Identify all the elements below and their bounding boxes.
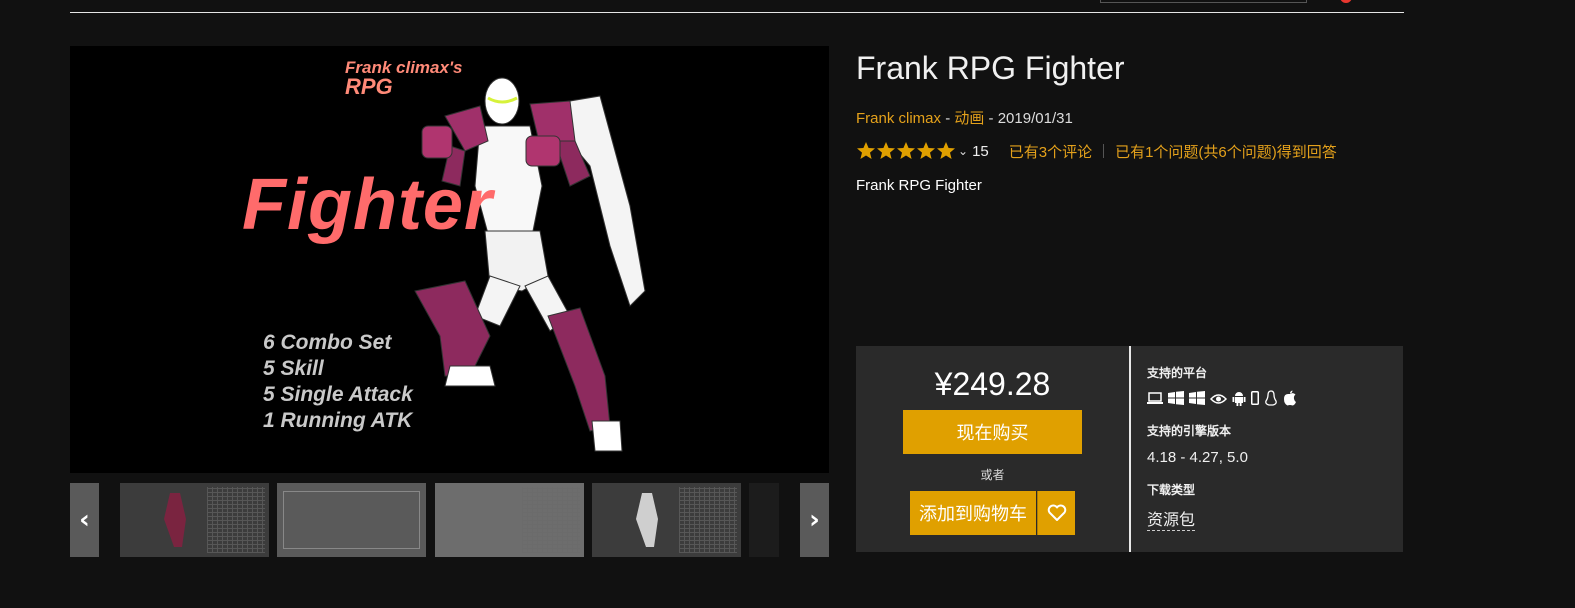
rating-stars[interactable] (856, 141, 956, 161)
star-icon (857, 142, 875, 159)
laptop-icon (1147, 391, 1163, 410)
phone-icon (1251, 391, 1259, 410)
category-link[interactable]: 动画 (954, 110, 984, 127)
thumbnail-3[interactable] (435, 483, 584, 557)
windows-icon (1189, 391, 1205, 410)
fighter-figure-illustration (414, 77, 646, 452)
hero-feature-item: 1 Running ATK (263, 409, 413, 432)
thumbnail-5[interactable] (749, 483, 779, 557)
carousel-prev-button[interactable]: ‹ (70, 483, 99, 557)
thumbnail-1[interactable] (120, 483, 269, 557)
add-to-cart-button[interactable]: 添加到购物车 (910, 491, 1036, 535)
heart-icon (1047, 504, 1066, 521)
download-type-label: 下载类型 (1147, 483, 1196, 497)
product-description: Frank RPG Fighter (856, 177, 982, 194)
thumbnail-2[interactable] (277, 483, 426, 557)
star-icon (937, 142, 955, 159)
engine-label: 支持的引擎版本 (1147, 424, 1232, 438)
wishlist-button[interactable] (1037, 491, 1075, 535)
release-date: 2019/01/31 (997, 110, 1073, 127)
thumbnail-carousel: ‹ › (70, 483, 829, 557)
apple-icon (1283, 390, 1297, 411)
header-divider (70, 12, 1404, 13)
buy-now-button[interactable]: 现在购买 (903, 410, 1082, 454)
download-type-link[interactable]: 资源包 (1147, 506, 1196, 531)
linux-icon (1264, 390, 1278, 411)
hero-feature-item: 6 Combo Set (263, 331, 392, 354)
price: ¥249.28 (934, 366, 1051, 402)
hero-feature-item: 5 Single Attack (263, 383, 413, 406)
hero-subtitle-line2: RPG (345, 74, 393, 99)
rating-count: 15 (972, 142, 989, 160)
chevron-left-icon: ‹ (79, 505, 90, 535)
star-icon (917, 142, 935, 159)
hero-headline: Fighter (242, 165, 493, 245)
divider (1103, 144, 1105, 158)
carousel-next-button[interactable]: › (800, 483, 829, 557)
questions-link[interactable]: 已有1个问题(共6个问题)得到回答 (1115, 141, 1337, 162)
thumbnail-4[interactable] (592, 483, 741, 557)
platforms-label: 支持的平台 (1147, 366, 1208, 380)
notification-badge[interactable] (1340, 0, 1352, 3)
engine-versions: 4.18 - 4.27, 5.0 (1147, 449, 1248, 466)
windows-icon (1168, 391, 1184, 410)
star-icon (877, 142, 895, 159)
purchase-panel: ¥249.28 现在购买 或者 添加到购物车 支持的平台 支持的引擎版本 4.1… (856, 346, 1403, 552)
chevron-right-icon: › (809, 505, 820, 535)
android-icon (1232, 391, 1246, 411)
panel-divider (1129, 346, 1131, 552)
rating-row: ⌄ 15 已有3个评论 已有1个问题(共6个问题)得到回答 (856, 140, 1337, 162)
product-title: Frank RPG Fighter (856, 50, 1125, 86)
reviews-link[interactable]: 已有3个评论 (1009, 141, 1092, 162)
product-hero-image[interactable]: Frank climax's RPG Fighter 6 Combo Set 5… (70, 46, 829, 473)
search-input[interactable] (1100, 0, 1307, 3)
author-link[interactable]: Frank climax (856, 110, 941, 127)
star-icon (897, 142, 915, 159)
platform-icons (1147, 390, 1297, 411)
chevron-down-icon[interactable]: ⌄ (958, 144, 968, 158)
eye-icon (1209, 392, 1228, 410)
hero-feature-item: 5 Skill (263, 357, 324, 380)
or-label: 或者 (980, 468, 1005, 482)
product-meta: Frank climax - 动画 - 2019/01/31 (856, 110, 1073, 127)
